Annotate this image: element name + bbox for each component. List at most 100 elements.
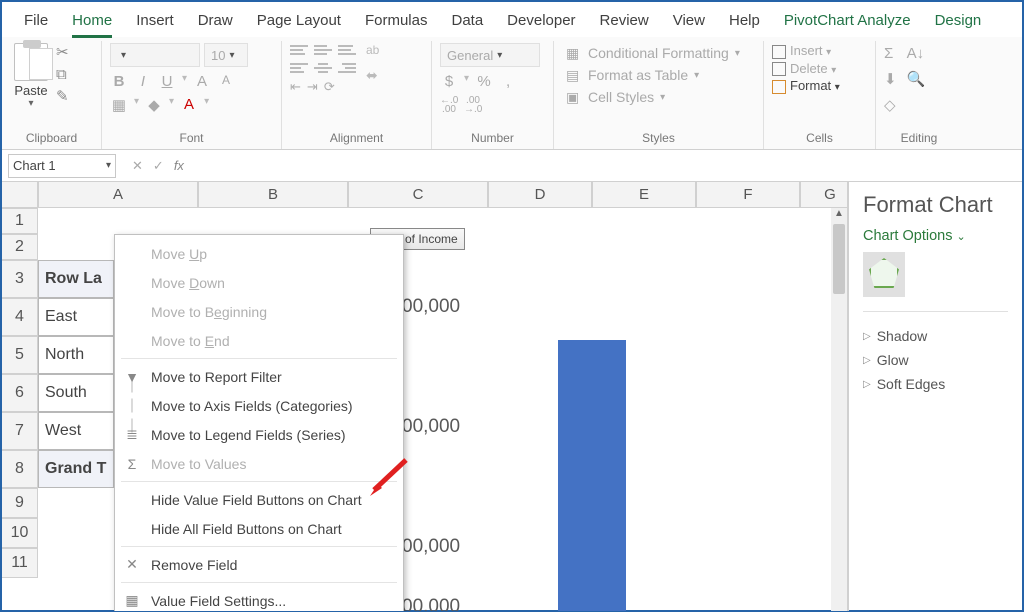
align-left-icon[interactable] [290,61,308,75]
increase-indent-icon[interactable]: ⇥ [307,79,318,95]
select-all-corner[interactable] [2,182,38,208]
row-header-5[interactable]: 5 [2,336,38,374]
fx-icon[interactable]: fx [174,158,184,174]
context-menu-item[interactable]: ▦Value Field Settings... [115,586,403,611]
italic-button[interactable]: I [134,73,152,90]
chart-ytick: 00,000 [402,296,460,318]
vertical-scrollbar[interactable]: ▲ [831,208,847,611]
percent-button[interactable]: % [475,73,493,90]
orientation-icon[interactable]: ⟳ [324,79,335,95]
conditional-formatting-button[interactable]: ▦Conditional Formatting ▾ [562,43,755,63]
tab-page-layout[interactable]: Page Layout [245,8,353,37]
wrap-text-button[interactable]: ab [366,43,379,57]
tab-data[interactable]: Data [439,8,495,37]
clear-button[interactable]: ◇ [884,96,897,114]
copy-icon[interactable]: ⧉ [56,67,72,83]
row-header-3[interactable]: 3 [2,260,38,298]
border-button[interactable]: ▦ [110,96,128,114]
col-header-D[interactable]: D [488,182,592,208]
cancel-formula-icon[interactable]: ✕ [132,158,143,174]
row-header-2[interactable]: 2 [2,234,38,260]
section-shadow[interactable]: ▷Shadow [863,324,1008,348]
cut-icon[interactable]: ✂ [56,45,72,61]
cell-A4[interactable]: East [38,298,114,336]
align-top-icon[interactable] [290,43,308,57]
section-glow[interactable]: ▷Glow [863,348,1008,372]
shrink-font-button[interactable]: A [217,73,235,90]
decrease-decimal-button[interactable]: .00→.0 [464,96,482,114]
cell-styles-button[interactable]: ▣Cell Styles ▾ [562,87,755,107]
tab-home[interactable]: Home [60,8,124,37]
format-cells-button[interactable]: Format ▾ [772,78,867,94]
align-right-icon[interactable] [338,61,356,75]
insert-cells-button[interactable]: Insert ▾ [772,43,867,59]
sort-filter-button[interactable]: A↓ [907,45,926,62]
chart-options-dropdown[interactable]: Chart Options⌄ [863,228,1008,244]
tab-formulas[interactable]: Formulas [353,8,440,37]
fill-color-button[interactable]: ◆ [145,96,163,114]
tab-review[interactable]: Review [588,8,661,37]
col-header-A[interactable]: A [38,182,198,208]
align-center-icon[interactable] [314,61,332,75]
tab-pivotchart-analyze[interactable]: PivotChart Analyze [772,8,923,37]
number-format-combo[interactable]: General▾ [440,43,540,67]
row-header-11[interactable]: 11 [2,548,38,578]
context-menu-item[interactable]: Hide Value Field Buttons on Chart [115,485,403,514]
row-header-1[interactable]: 1 [2,208,38,234]
context-menu-item[interactable]: ≣Move to Legend Fields (Series) [115,420,403,449]
context-menu-item[interactable]: ｜｜｜Move to Axis Fields (Categories) [115,391,403,420]
scrollbar-thumb[interactable] [833,224,845,294]
tab-design[interactable]: Design [923,8,994,37]
tab-view[interactable]: View [661,8,717,37]
align-bottom-icon[interactable] [338,43,356,57]
context-menu-item[interactable]: ▼Move to Report Filter [115,362,403,391]
find-select-button[interactable]: 🔍 [907,70,926,88]
cell-A5[interactable]: North [38,336,114,374]
cell-A7[interactable]: West [38,412,114,450]
row-header-6[interactable]: 6 [2,374,38,412]
comma-button[interactable]: , [499,73,517,90]
tab-help[interactable]: Help [717,8,772,37]
col-header-F[interactable]: F [696,182,800,208]
cell-A3[interactable]: Row La [38,260,114,298]
grow-font-button[interactable]: A [193,73,211,90]
context-menu-item[interactable]: Hide All Field Buttons on Chart [115,514,403,543]
delete-cells-button[interactable]: Delete ▾ [772,61,867,77]
format-painter-icon[interactable]: ✎ [56,89,72,105]
autosum-button[interactable]: Σ [884,45,897,62]
cell-A8[interactable]: Grand T [38,450,114,488]
tab-draw[interactable]: Draw [186,8,245,37]
enter-formula-icon[interactable]: ✓ [153,158,164,174]
tab-developer[interactable]: Developer [495,8,587,37]
row-header-7[interactable]: 7 [2,412,38,450]
bold-button[interactable]: B [110,73,128,90]
row-header-9[interactable]: 9 [2,488,38,518]
tab-file[interactable]: File [12,8,60,37]
col-header-E[interactable]: E [592,182,696,208]
currency-button[interactable]: $ [440,73,458,90]
section-soft-edges[interactable]: ▷Soft Edges [863,372,1008,396]
fill-button[interactable]: ⬇ [884,70,897,88]
underline-button[interactable]: U [158,73,176,90]
row-header-4[interactable]: 4 [2,298,38,336]
font-color-button[interactable]: A [180,96,198,114]
col-header-C[interactable]: C [348,182,488,208]
align-middle-icon[interactable] [314,43,332,57]
col-header-G[interactable]: G [800,182,848,208]
context-menu-item[interactable]: ✕Remove Field [115,550,403,579]
cell-A6[interactable]: South [38,374,114,412]
col-header-B[interactable]: B [198,182,348,208]
tab-insert[interactable]: Insert [124,8,186,37]
font-size-combo[interactable]: 10▾ [204,43,248,67]
merge-button[interactable]: ⬌ [366,67,379,84]
name-box[interactable]: Chart 1▾ [8,154,116,178]
paste-button[interactable]: Paste ▾ [10,43,52,109]
pivot-chart[interactable]: Sum of Income 00,000 00,000 00,000 00,00… [362,208,847,611]
decrease-indent-icon[interactable]: ⇤ [290,79,301,95]
increase-decimal-button[interactable]: ←.0.00 [440,96,458,114]
row-header-8[interactable]: 8 [2,450,38,488]
format-as-table-button[interactable]: ▤Format as Table ▾ [562,65,755,85]
effects-tab-icon[interactable] [863,252,905,297]
row-header-10[interactable]: 10 [2,518,38,548]
font-name-combo[interactable]: ▾ [110,43,200,67]
